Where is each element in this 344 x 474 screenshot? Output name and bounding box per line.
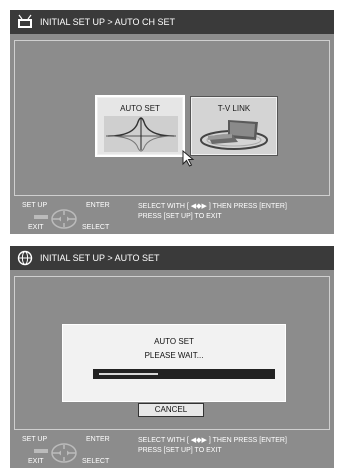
tv-icon <box>18 14 32 28</box>
page-title: INITIAL SET UP > AUTO CH SET <box>40 17 175 27</box>
auto-set-progress-screen: INITIAL SET UP > AUTO SET AUTO SET PLEAS… <box>10 246 334 468</box>
title-bar: INITIAL SET UP > AUTO CH SET <box>10 10 334 34</box>
mouse-pointer-icon <box>182 150 195 167</box>
help-line-1: SELECT WITH [ ◀◆▶ ] THEN PRESS [ENTER] <box>138 203 287 210</box>
select-key-label: SELECT <box>82 458 110 465</box>
footer-help: SET UP ENTER EXIT SELECT SELECT WITH [ ◀… <box>10 432 334 468</box>
exit-key-label: EXIT <box>28 458 44 465</box>
menu-area: AUTO SET T-V LINK <box>14 40 330 196</box>
dialog-message: PLEASE WAIT... <box>144 351 204 360</box>
help-line-2: PRESS [SET UP] TO EXIT <box>138 213 222 220</box>
help-line-2: PRESS [SET UP] TO EXIT <box>138 447 222 454</box>
help-text: SELECT WITH [ ◀◆▶ ] THEN PRESS [ENTER] P… <box>138 202 287 222</box>
globe-icon <box>17 250 33 266</box>
help-line-1: SELECT WITH [ ◀◆▶ ] THEN PRESS [ENTER] <box>138 437 287 444</box>
auto-ch-set-screen: INITIAL SET UP > AUTO CH SET AUTO SET T-… <box>10 10 334 234</box>
auto-set-dialog: AUTO SET PLEASE WAIT... <box>62 324 286 402</box>
dialog-title: AUTO SET <box>154 337 194 346</box>
t-v-link-button[interactable]: T-V LINK <box>190 96 278 156</box>
progress-bar-fill <box>99 373 158 375</box>
exit-key-label: EXIT <box>28 224 44 231</box>
auto-set-label: AUTO SET <box>120 104 160 113</box>
cancel-button[interactable]: CANCEL <box>138 403 204 417</box>
title-bar: INITIAL SET UP > AUTO SET <box>10 246 334 270</box>
footer-help: SET UP ENTER EXIT SELECT SELECT WITH [ ◀… <box>10 198 334 234</box>
setup-key-label: SET UP <box>22 436 48 443</box>
signal-waveform-icon <box>104 116 178 152</box>
page-title: INITIAL SET UP > AUTO SET <box>40 253 160 263</box>
enter-key-label: ENTER <box>86 202 110 209</box>
progress-bar <box>93 369 275 379</box>
auto-set-button[interactable]: AUTO SET <box>95 95 185 157</box>
help-text: SELECT WITH [ ◀◆▶ ] THEN PRESS [ENTER] P… <box>138 436 287 456</box>
t-v-link-label: T-V LINK <box>217 104 251 113</box>
enter-key-label: ENTER <box>86 436 110 443</box>
tv-vcr-link-icon <box>200 120 268 150</box>
select-key-label: SELECT <box>82 224 110 231</box>
setup-key-label: SET UP <box>22 202 48 209</box>
